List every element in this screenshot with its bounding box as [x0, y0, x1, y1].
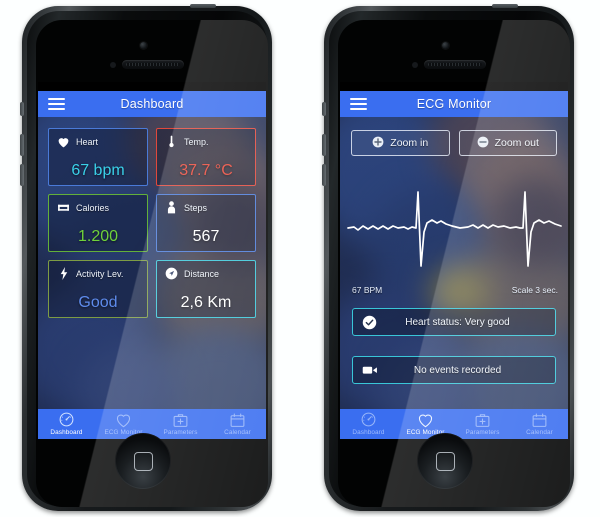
tab-label: Dashboard [50, 429, 83, 436]
phone-chassis: ECG Monitor Zoom in Zoom out 67 BPM Scal… [329, 11, 570, 507]
events-status-row[interactable]: No events recorded [352, 356, 556, 384]
volume-up-button[interactable] [322, 134, 326, 156]
tab-label: Calendar [526, 428, 553, 436]
home-button[interactable] [417, 433, 473, 489]
cart-icon [57, 201, 70, 214]
page-title: Dashboard [120, 97, 184, 111]
power-button[interactable] [190, 4, 216, 8]
navigation-icon [165, 267, 178, 280]
hamburger-icon[interactable] [48, 98, 65, 110]
plus-circle-icon [372, 136, 384, 151]
card-activity-level[interactable]: Activity Lev. Good [48, 260, 148, 318]
zoom-out-label: Zoom out [494, 137, 539, 149]
status-bar [340, 82, 568, 91]
calendar-icon [531, 412, 548, 428]
power-button[interactable] [492, 4, 518, 8]
card-steps[interactable]: Steps 567 [156, 194, 256, 252]
home-square-icon [134, 452, 153, 471]
screenshot-canvas: Dashboard Heart 67 bpm Temp. 37.7 °C Cal… [0, 0, 600, 517]
zoom-out-button[interactable]: Zoom out [458, 130, 557, 156]
home-button[interactable] [115, 433, 171, 489]
heart-outline-icon [417, 412, 434, 428]
tab-label: Calendar [224, 428, 251, 436]
heart-status-label: Heart status: Very good [405, 316, 510, 328]
person-icon [165, 201, 178, 214]
tab-parameters[interactable]: Parameters [152, 412, 209, 437]
status-bar [38, 82, 266, 91]
card-value: 567 [192, 228, 220, 245]
zoom-controls: Zoom in Zoom out [351, 130, 557, 156]
video-camera-icon [362, 364, 384, 376]
mute-switch[interactable] [20, 102, 24, 116]
ecg-meta: 67 BPM Scale 3 sec. [352, 285, 558, 295]
heart-icon [57, 135, 70, 148]
card-value: 67 bpm [71, 162, 125, 179]
phone-device-ecg: ECG Monitor Zoom in Zoom out 67 BPM Scal… [322, 4, 574, 511]
tab-calendar[interactable]: Calendar [511, 412, 568, 437]
card-temperature[interactable]: Temp. 37.7 °C [156, 128, 256, 186]
metric-card-grid: Heart 67 bpm Temp. 37.7 °C Calories 1.20… [48, 128, 256, 318]
heart-outline-icon [115, 412, 132, 428]
bolt-icon [57, 267, 70, 280]
volume-up-button[interactable] [20, 134, 24, 156]
heart-status-row[interactable]: Heart status: Very good [352, 308, 556, 336]
card-distance[interactable]: Distance 2,6 Km [156, 260, 256, 318]
card-label: Steps [184, 202, 208, 213]
tab-parameters[interactable]: Parameters [454, 412, 511, 437]
hamburger-icon[interactable] [350, 98, 367, 110]
minus-circle-icon [477, 136, 489, 151]
tab-dashboard[interactable]: Dashboard [38, 411, 95, 437]
mute-switch[interactable] [322, 102, 326, 116]
tab-label: Parameters [163, 428, 198, 436]
zoom-in-button[interactable]: Zoom in [351, 130, 450, 156]
tab-dashboard[interactable]: Dashboard [340, 411, 397, 437]
speedometer-icon [58, 411, 75, 428]
card-heart[interactable]: Heart 67 bpm [48, 128, 148, 186]
earpiece-speaker-icon [424, 60, 486, 69]
card-value: 2,6 Km [180, 294, 232, 311]
proximity-sensor-icon [412, 62, 418, 68]
title-bar: Dashboard [38, 91, 266, 117]
card-label: Temp. [184, 136, 209, 147]
volume-down-button[interactable] [322, 164, 326, 186]
phone-device-dashboard: Dashboard Heart 67 bpm Temp. 37.7 °C Cal… [20, 4, 272, 511]
card-calories[interactable]: Calories 1.200 [48, 194, 148, 252]
card-label: Calories [76, 202, 110, 213]
volume-down-button[interactable] [20, 164, 24, 186]
tab-label: Parameters [465, 428, 500, 436]
screen-ecg-monitor: ECG Monitor Zoom in Zoom out 67 BPM Scal… [340, 82, 568, 439]
calendar-icon [229, 412, 246, 428]
speedometer-icon [360, 411, 377, 428]
screen-dashboard: Dashboard Heart 67 bpm Temp. 37.7 °C Cal… [38, 82, 266, 439]
card-value: 1.200 [77, 228, 119, 245]
earpiece-speaker-icon [122, 60, 184, 69]
card-label: Heart [76, 136, 99, 147]
ecg-waveform [342, 170, 566, 282]
medkit-icon [474, 412, 491, 428]
front-camera-icon [140, 42, 147, 49]
front-camera-icon [442, 42, 449, 49]
card-label: Activity Lev. [76, 268, 124, 279]
card-label: Distance [184, 268, 220, 279]
title-bar: ECG Monitor [340, 91, 568, 117]
scale-readout: Scale 3 sec. [511, 285, 558, 295]
card-value: Good [78, 294, 118, 311]
zoom-in-label: Zoom in [390, 137, 429, 149]
check-circle-icon [362, 315, 384, 330]
bpm-readout: 67 BPM [352, 285, 383, 295]
tab-label: Dashboard [352, 429, 385, 436]
proximity-sensor-icon [110, 62, 116, 68]
phone-chassis: Dashboard Heart 67 bpm Temp. 37.7 °C Cal… [27, 11, 268, 507]
tab-calendar[interactable]: Calendar [209, 412, 266, 437]
medkit-icon [172, 412, 189, 428]
card-value: 37.7 °C [179, 162, 233, 179]
home-square-icon [436, 452, 455, 471]
events-status-label: No events recorded [413, 364, 502, 376]
thermometer-icon [165, 135, 178, 148]
page-title: ECG Monitor [416, 97, 492, 111]
